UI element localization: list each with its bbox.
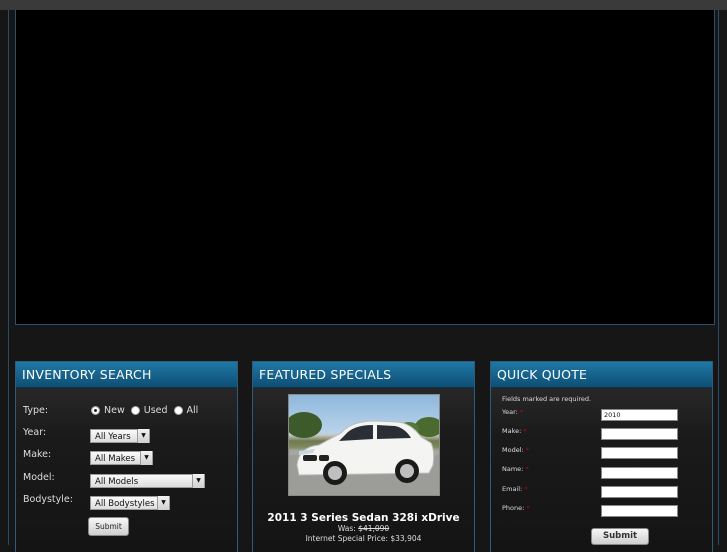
make-label: Make: [23,449,52,460]
year-label: Year: [23,427,47,438]
bodystyle-select[interactable]: All Bodystyles ▼ [90,496,170,510]
top-bar [0,0,727,10]
type-radio-all-label[interactable]: All [187,405,199,416]
quote-make-label: Make: * [502,427,527,435]
inventory-search-title: INVENTORY SEARCH [16,362,237,388]
quote-model-input[interactable] [601,447,678,459]
type-radio-new-label[interactable]: New [104,405,125,416]
quote-email-label: Email: * [502,485,528,493]
model-label: Model: [23,472,55,483]
inventory-submit-button[interactable]: Submit [88,517,129,536]
was-price: $41,090 [358,524,390,533]
chevron-down-icon: ▼ [137,429,149,443]
required-fields-note: Fields marked are required. [502,395,592,403]
type-radio-new[interactable] [91,406,100,415]
make-select-value: All Makes [95,454,136,464]
bodystyle-label: Bodystyle: [23,494,73,505]
quote-phone-label: Phone: * [502,504,530,512]
bodystyle-select-value: All Bodystyles [95,499,155,509]
model-select[interactable]: All Models ▼ [90,474,205,488]
featured-specials-panel: FEATURED SPECIALS 2011 3 Series Sedan 32 [252,361,475,552]
model-select-value: All Models [95,477,139,487]
type-radio-group: New Used All [91,405,204,416]
quote-name-input[interactable] [601,467,678,479]
chevron-down-icon: ▼ [192,474,204,488]
quick-quote-title: QUICK QUOTE [491,362,712,388]
type-radio-all[interactable] [173,406,183,415]
quick-quote-panel: QUICK QUOTE Fields marked are required. … [490,361,713,552]
quote-model-label: Model: * [502,446,530,454]
year-select[interactable]: All Years ▼ [90,429,150,443]
car-photo [289,412,439,495]
year-select-value: All Years [95,432,131,442]
quote-name-label: Name: * [502,465,529,473]
quote-submit-button[interactable]: Submit [591,528,649,545]
featured-car-special-price: Internet Special Price: $33,904 [305,534,422,543]
make-select[interactable]: All Makes ▼ [90,451,153,465]
type-radio-used-label[interactable]: Used [144,405,168,416]
featured-car-title[interactable]: 2011 3 Series Sedan 328i xDrive [253,512,474,524]
quote-email-input[interactable] [601,486,678,498]
inventory-search-panel: INVENTORY SEARCH Type: New Used All Year… [15,361,238,552]
was-label: Was: [337,524,356,533]
chevron-down-icon: ▼ [157,496,169,510]
chevron-down-icon: ▼ [140,451,152,465]
hero-banner [15,10,715,325]
quote-make-input[interactable] [601,428,678,440]
quote-year-label: Year: * [502,408,524,416]
type-label: Type: [23,405,49,416]
featured-car-image[interactable] [288,394,440,496]
quote-phone-input[interactable] [601,505,678,517]
quote-year-input[interactable]: 2010 [601,409,678,421]
page-frame-left [8,10,9,545]
featured-car-was-price: Was: $41,090 [253,524,474,533]
page-frame-right [718,10,719,545]
featured-specials-title: FEATURED SPECIALS [253,362,474,388]
type-radio-used[interactable] [130,406,140,415]
